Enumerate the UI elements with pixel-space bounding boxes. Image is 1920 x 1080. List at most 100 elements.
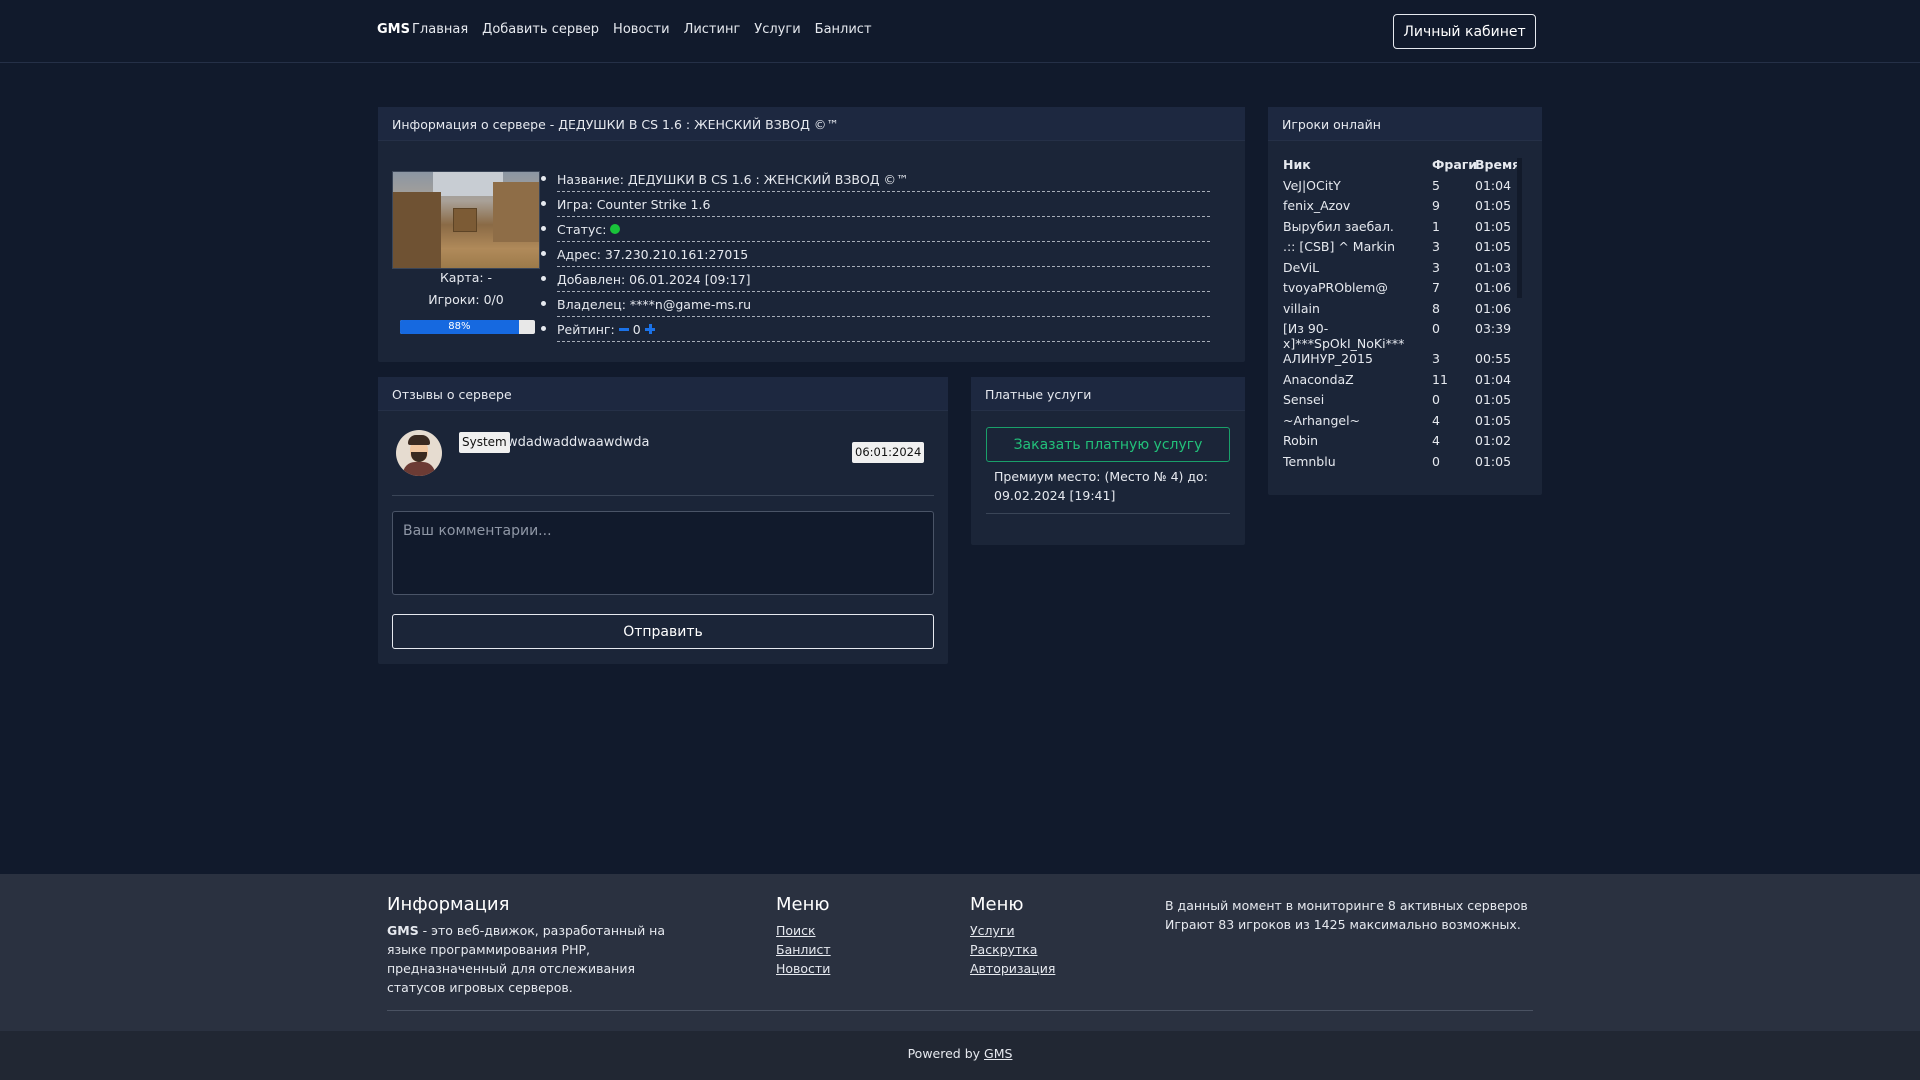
footer-stats: В данный момент в мониторинге 8 активных… [1165, 898, 1528, 932]
player-row: villain 8 01:06 [1283, 301, 1528, 322]
avatar [396, 430, 442, 476]
player-row: Temnblu 0 01:05 [1283, 454, 1528, 475]
player-frags: 11 [1432, 371, 1448, 387]
info-owner: Владелец: ****n@game-ms.ru [541, 292, 1210, 317]
footer-menu-2: Меню Услуги Раскрутка Авторизация [970, 894, 1120, 978]
footer-info-column: Информация GMS - это веб-движок, разрабо… [387, 894, 687, 997]
navbar: GMS Главная Добавить сервер Новости Лист… [0, 0, 1920, 63]
player-frags: 9 [1432, 198, 1440, 213]
info-game: Игра: Counter Strike 1.6 [541, 192, 1210, 217]
footer-link-news[interactable]: Новости [776, 959, 926, 978]
player-time: 01:05 [1475, 412, 1512, 428]
player-nick: Sensei [1283, 392, 1325, 407]
rating-minus-icon[interactable] [618, 327, 629, 331]
map-image [392, 171, 540, 269]
players-scrollbar[interactable] [1517, 158, 1522, 298]
player-frags: 5 [1432, 177, 1440, 193]
nav-link-services[interactable]: Услуги [754, 22, 800, 37]
reviews-card: Отзывы о сервере System wdadwaddwaawdwda… [378, 377, 948, 664]
players-table[interactable]: Ник Фраги Время VeJ|OCitY 5 01:04 fenix_Azo… [1283, 157, 1528, 474]
map-label: Карта: - [439, 270, 493, 285]
nav-link-news[interactable]: Новости [613, 22, 670, 37]
footer-bottom-bar: Powered by GMS [0, 1031, 1920, 1080]
player-frags: 4 [1432, 412, 1440, 428]
footer-link-promotion[interactable]: Раскрутка [970, 940, 1120, 959]
paid-services-card: Платные услуги Заказать платную услугу П… [971, 377, 1245, 545]
player-frags: 1 [1432, 218, 1440, 234]
player-nick: Temnblu [1283, 453, 1336, 469]
comment-textarea[interactable]: Ваш комментарии... [392, 511, 934, 595]
players-table-header: Ник Фраги Время [1283, 157, 1528, 178]
player-time: 01:05 [1475, 453, 1512, 469]
player-row: DeViL 3 01:03 [1283, 260, 1528, 281]
player-nick: villain [1283, 300, 1320, 316]
footer-divider [387, 1010, 1533, 1011]
column-nick: Ник [1283, 157, 1311, 172]
server-info-header: Информация о сервере - ДЕДУШКИ В CS 1.6 … [378, 107, 1245, 141]
player-time: 01:06 [1475, 300, 1512, 316]
player-nick: DeViL [1283, 259, 1320, 275]
player-row: Robin 4 01:02 [1283, 433, 1528, 454]
info-name: Название: ДЕДУШКИ В CS 1.6 : ЖЕНСКИЙ ВЗВ… [541, 167, 1210, 192]
player-row: VeJ|OCitY 5 01:04 [1283, 178, 1528, 199]
send-button[interactable]: Отправить [392, 614, 934, 649]
player-frags: 3 [1432, 351, 1440, 366]
player-frags: 0 [1432, 392, 1440, 407]
player-nick: Robin [1283, 433, 1319, 448]
info-address: Адрес: 37.230.210.161:27015 [541, 242, 1210, 267]
nav-link-add-server[interactable]: Добавить сервер [482, 22, 599, 37]
footer: Информация GMS - это веб-движок, разрабо… [0, 874, 1920, 1080]
player-row: АЛИНУР_2015 3 00:55 [1283, 351, 1528, 372]
review-date-badge: 06:01:2024 [852, 442, 925, 463]
footer-info-title: Информация [387, 894, 510, 915]
player-nick: Вырубил заебал. [1283, 218, 1394, 234]
reviews-header: Отзывы о сервере [378, 377, 948, 411]
player-frags: 0 [1432, 453, 1440, 469]
personal-cabinet-button[interactable]: Личный кабинет [1393, 14, 1536, 49]
rating-plus-icon[interactable] [644, 324, 655, 334]
footer-link-services[interactable]: Услуги [970, 921, 1120, 940]
player-time: 00:55 [1475, 351, 1512, 366]
load-progress-bar: 88% [400, 320, 535, 334]
player-frags: 3 [1432, 259, 1440, 275]
column-frags: Фраги [1432, 157, 1478, 172]
nav-links: Главная Добавить сервер Новости Листинг … [412, 22, 872, 37]
footer-link-login[interactable]: Авторизация [970, 959, 1120, 978]
paid-services-header: Платные услуги [971, 377, 1245, 411]
player-nick: [Из 90-х]***SpOkI_NoKi*** [1283, 321, 1405, 351]
footer-link-search[interactable]: Поиск [776, 921, 926, 940]
powered-by-link[interactable]: GMS [984, 1046, 1012, 1061]
nav-link-listing[interactable]: Листинг [684, 22, 741, 37]
player-row: ~Arhangel~ 4 01:05 [1283, 413, 1528, 434]
server-info-list: Название: ДЕДУШКИ В CS 1.6 : ЖЕНСКИЙ ВЗВ… [541, 167, 1210, 342]
player-nick: fenix_Azov [1283, 198, 1351, 213]
player-row: [Из 90-х]***SpOkI_NoKi*** 0 03:39 [1283, 321, 1528, 351]
nav-link-banlist[interactable]: Банлист [815, 22, 872, 37]
server-info-card: Информация о сервере - ДЕДУШКИ В CS 1.6 … [378, 107, 1245, 362]
info-rating: Рейтинг: 0 [541, 317, 1210, 342]
player-nick: ~Arhangel~ [1283, 412, 1361, 428]
player-row: Sensei 0 01:05 [1283, 392, 1528, 413]
powered-by: Powered by GMS [907, 1046, 1013, 1061]
nav-link-home[interactable]: Главная [412, 22, 468, 37]
player-nick: VeJ|OCitY [1283, 177, 1341, 193]
player-frags: 0 [1432, 321, 1440, 336]
player-frags: 4 [1432, 433, 1440, 448]
player-frags: 8 [1432, 300, 1440, 316]
players-count-label: Игроки: 0/0 [428, 292, 504, 307]
order-paid-service-button[interactable]: Заказать платную услугу [986, 427, 1230, 462]
player-time: 01:02 [1475, 433, 1512, 448]
player-row: fenix_Azov 9 01:05 [1283, 198, 1528, 219]
author-badge: System [459, 432, 510, 453]
player-row: .:: [CSB] ^ Markin 3 01:05 [1283, 239, 1528, 260]
info-status: Статус: [541, 217, 1210, 242]
player-time: 03:39 [1475, 321, 1512, 336]
rating-value: 0 [632, 321, 641, 337]
footer-link-banlist[interactable]: Банлист [776, 940, 926, 959]
player-frags: 3 [1432, 239, 1440, 254]
divider [392, 495, 934, 496]
footer-menu-title: Меню [776, 894, 830, 915]
footer-menu-title: Меню [970, 894, 1024, 915]
player-nick: tvoyaPROblem@ [1283, 280, 1388, 295]
brand-logo[interactable]: GMS [377, 22, 410, 37]
